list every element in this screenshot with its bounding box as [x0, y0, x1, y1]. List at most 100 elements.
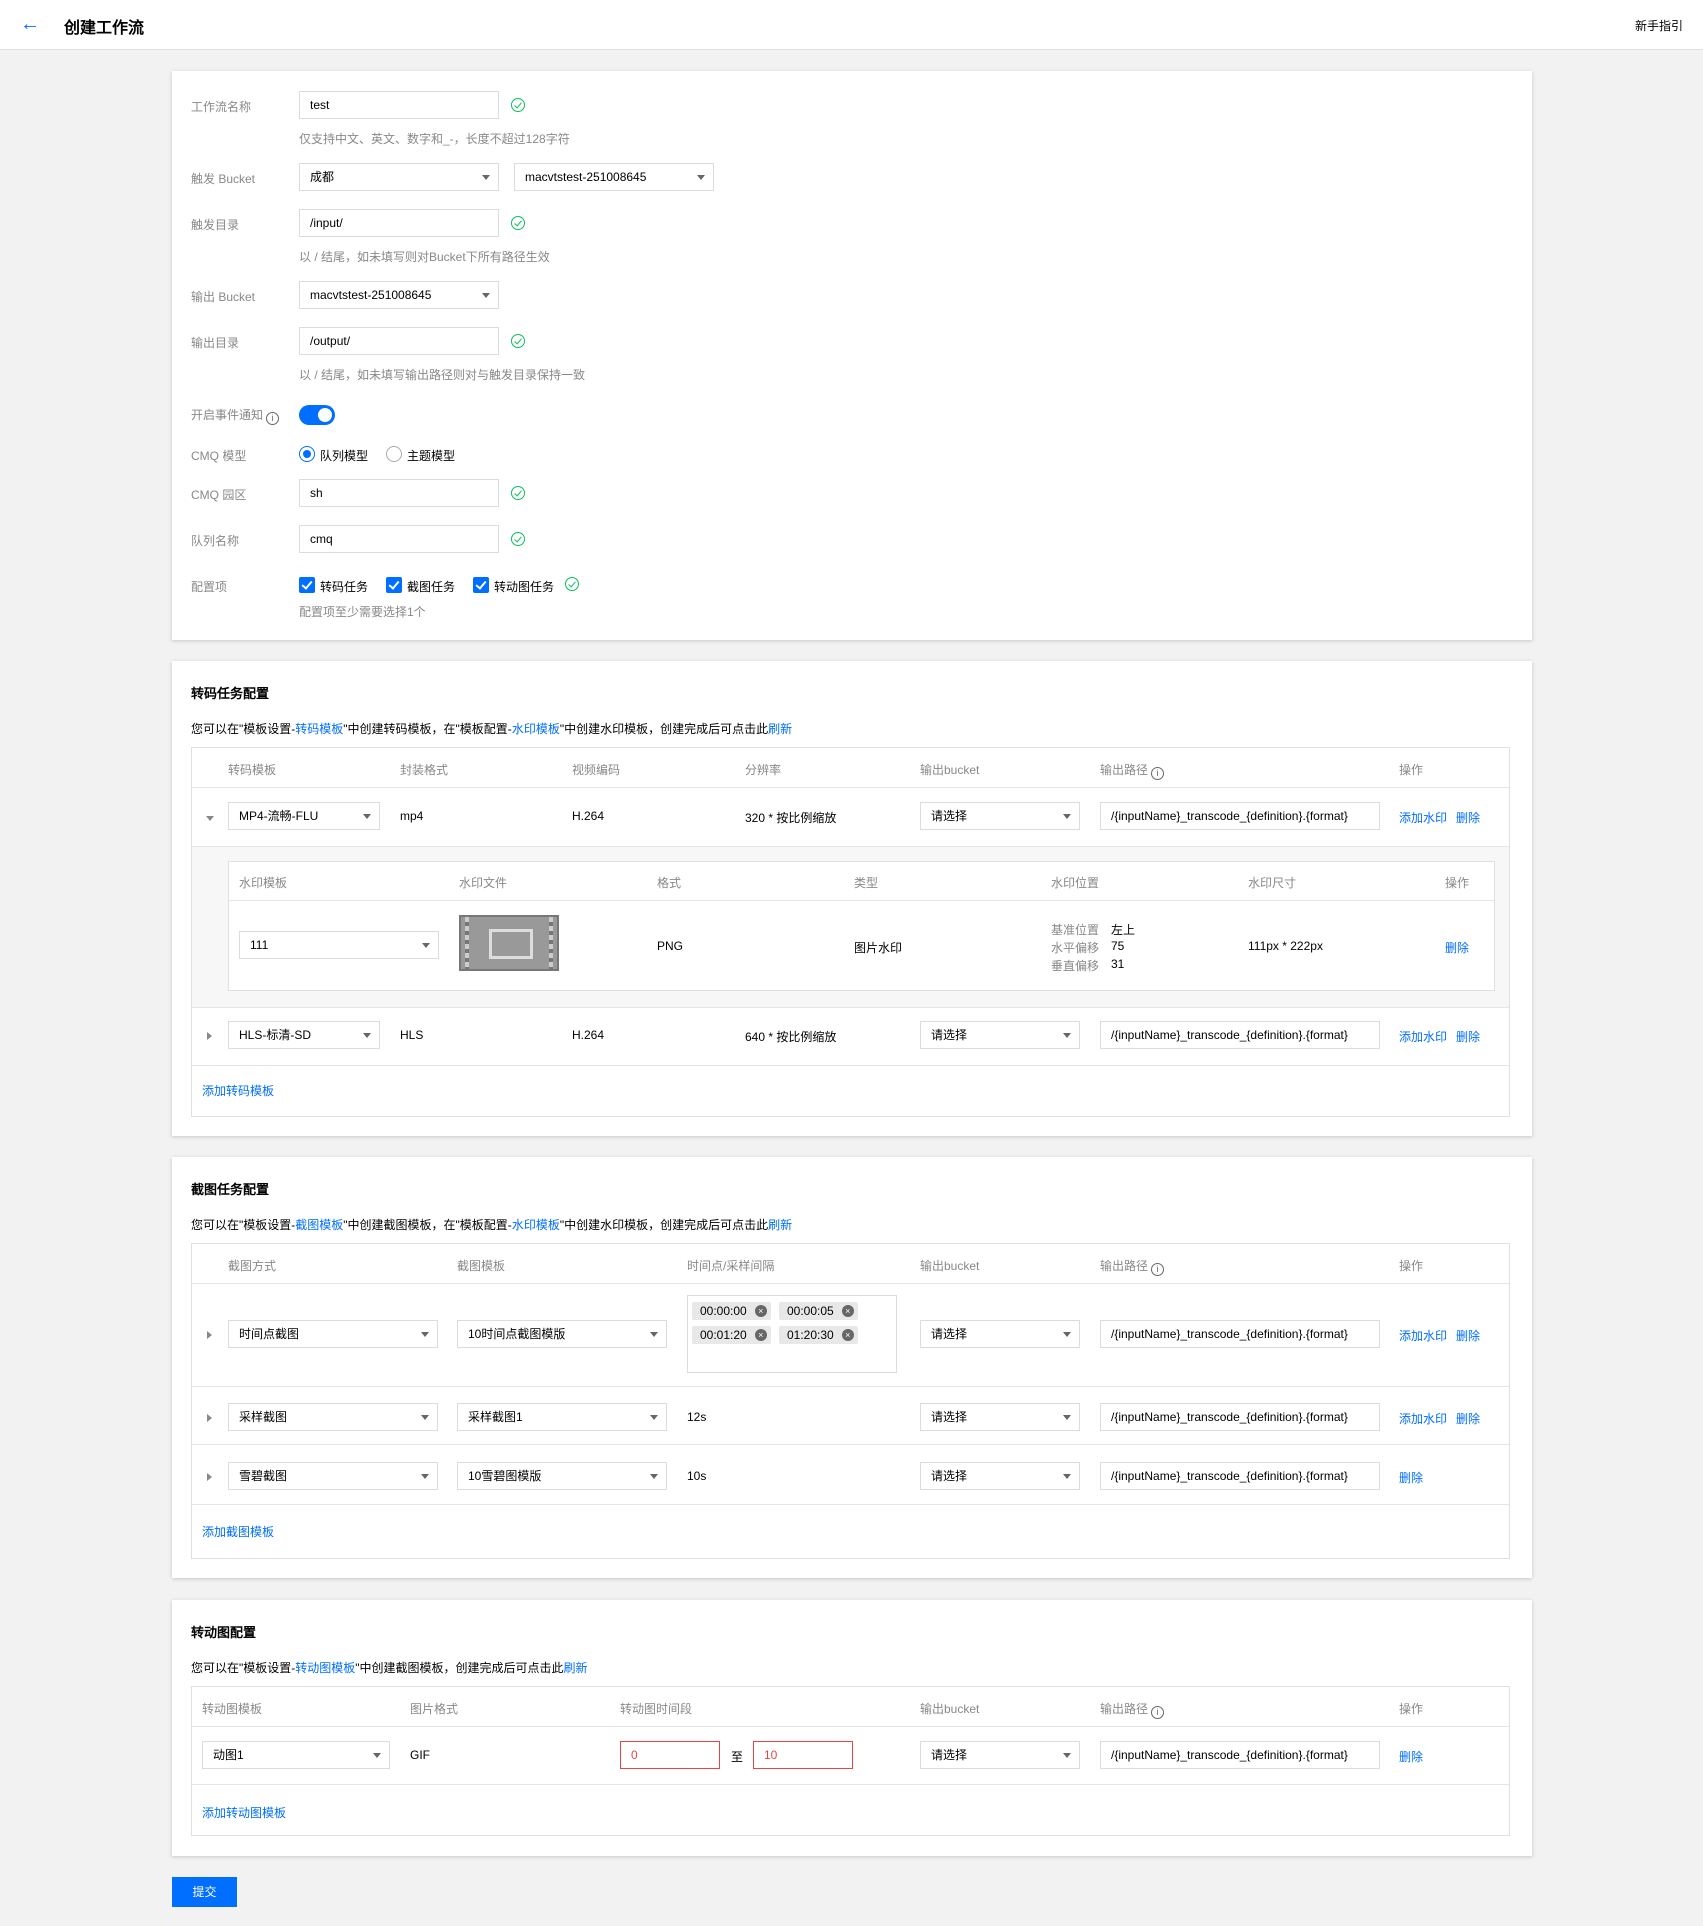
output-path-input[interactable]: /{inputName}_transcode_{definition}.{for… — [1100, 1320, 1380, 1348]
output-bucket-select[interactable]: 请选择 — [920, 1021, 1080, 1049]
output-bucket-select[interactable]: macvtstest-251008645 — [299, 281, 499, 309]
info-icon[interactable]: i — [1151, 1706, 1165, 1719]
trigger-dir-hint: 以 / 结尾，如未填写则对Bucket下所有路径生效 — [299, 250, 550, 264]
watermark-template-link[interactable]: 水印模板 — [512, 1218, 560, 1232]
delete-link[interactable]: 删除 — [1456, 1028, 1480, 1045]
back-arrow-icon[interactable]: ← — [20, 14, 40, 34]
info-icon[interactable]: i — [1151, 1263, 1165, 1276]
trigger-region-select[interactable]: 成都 — [299, 163, 499, 191]
animation-template-select[interactable]: 动图1 — [202, 1741, 390, 1769]
output-bucket-select[interactable]: 请选择 — [920, 1320, 1080, 1348]
output-path-input[interactable]: /{inputName}_transcode_{definition}.{for… — [1100, 802, 1380, 830]
watermark-template-link[interactable]: 水印模板 — [512, 722, 560, 736]
topic-model-radio[interactable] — [386, 446, 402, 462]
guide-link[interactable]: 新手指引 — [1635, 17, 1683, 34]
snapshot-checkbox-label: 截图任务 — [407, 580, 456, 594]
output-bucket-select[interactable]: 请选择 — [920, 802, 1080, 830]
transcode-template-select[interactable]: MP4-流畅-FLU — [228, 802, 380, 830]
output-dir-label: 输出目录 — [191, 336, 240, 350]
snapshot-checkbox[interactable] — [386, 577, 402, 593]
add-watermark-link[interactable]: 添加水印 — [1399, 1410, 1447, 1427]
col-header: 截图模板 — [457, 1259, 506, 1273]
queue-name-input[interactable]: cmq — [299, 525, 499, 553]
add-watermark-link[interactable]: 添加水印 — [1399, 1327, 1447, 1344]
snapshot-template-select[interactable]: 采样截图1 — [457, 1403, 667, 1431]
queue-model-radio[interactable] — [299, 446, 315, 462]
expand-triangle-icon[interactable] — [207, 1331, 212, 1339]
trigger-bucket-select[interactable]: macvtstest-251008645 — [514, 163, 714, 191]
animation-checkbox[interactable] — [473, 577, 489, 593]
delete-link[interactable]: 删除 — [1399, 1469, 1423, 1486]
refresh-link[interactable]: 刷新 — [768, 722, 792, 736]
snapshot-mode-select[interactable]: 采样截图 — [228, 1403, 438, 1431]
expand-triangle-icon[interactable] — [207, 1032, 212, 1040]
snapshot-mode-select[interactable]: 雪碧截图 — [228, 1462, 438, 1490]
col-header: 输出路径 i — [1100, 1257, 1165, 1276]
delete-link[interactable]: 删除 — [1399, 1748, 1423, 1765]
cmq-region-input[interactable]: sh — [299, 479, 499, 507]
chevron-down-icon — [421, 1474, 429, 1479]
workflow-name-input[interactable]: test — [299, 91, 499, 119]
add-transcode-template-link[interactable]: 添加转码模板 — [202, 1082, 274, 1099]
info-icon[interactable]: i — [1151, 767, 1165, 780]
close-icon[interactable]: × — [841, 1305, 854, 1317]
snapshot-template-select[interactable]: 10时间点截图模版 — [457, 1320, 667, 1348]
snapshot-mode-select[interactable]: 时间点截图 — [228, 1320, 438, 1348]
add-watermark-link[interactable]: 添加水印 — [1399, 1028, 1447, 1045]
divider — [192, 1504, 1509, 1505]
submit-button[interactable]: 提交 — [172, 1877, 237, 1907]
desc-text: "中创建截图模板，在"模板配置- — [343, 1218, 512, 1232]
add-watermark-link[interactable]: 添加水印 — [1399, 809, 1447, 826]
chevron-down-icon — [482, 293, 490, 298]
animation-template-link[interactable]: 转动图模板 — [295, 1661, 355, 1675]
close-icon[interactable]: × — [754, 1329, 767, 1341]
add-snapshot-template-link[interactable]: 添加截图模板 — [202, 1523, 274, 1540]
name-label: 工作流名称 — [191, 100, 252, 114]
output-path-input[interactable]: /{inputName}_transcode_{definition}.{for… — [1100, 1021, 1380, 1049]
expand-triangle-icon[interactable] — [207, 1473, 212, 1481]
valid-check-icon — [565, 577, 579, 591]
snapshot-template-select[interactable]: 10雪碧图模版 — [457, 1462, 667, 1490]
output-path-input[interactable]: /{inputName}_transcode_{definition}.{for… — [1100, 1403, 1380, 1431]
close-icon[interactable]: × — [841, 1329, 854, 1341]
end-time-input[interactable]: 10 — [753, 1741, 853, 1769]
transcode-card: 转码任务配置 您可以在"模板设置-转码模板"中创建转码模板，在"模板配置-水印模… — [172, 661, 1532, 1136]
desc-text: 您可以在"模板设置- — [191, 1218, 296, 1232]
add-animation-template-link[interactable]: 添加转动图模板 — [202, 1804, 286, 1821]
delete-link[interactable]: 删除 — [1456, 1327, 1480, 1344]
collapse-triangle-icon[interactable] — [206, 816, 214, 821]
snapshot-template-link[interactable]: 截图模板 — [295, 1218, 343, 1232]
trigger-bucket-label: 触发 Bucket — [191, 172, 256, 186]
watermark-template-select[interactable]: 111 — [239, 931, 439, 959]
snapshot-table: 截图方式 截图模板 时间点/采样间隔 输出bucket 输出路径 i 操作 时间点… — [191, 1243, 1510, 1559]
col-header: 视频编码 — [572, 763, 621, 777]
transcode-title: 转码任务配置 — [191, 686, 270, 701]
delete-link[interactable]: 删除 — [1456, 1410, 1480, 1427]
trigger-bucket-value: macvtstest-251008645 — [525, 170, 647, 184]
output-dir-input[interactable]: /output/ — [299, 327, 499, 355]
transcode-template-link[interactable]: 转码模板 — [295, 722, 343, 736]
trigger-dir-input[interactable]: /input/ — [299, 209, 499, 237]
refresh-link[interactable]: 刷新 — [768, 1218, 792, 1232]
time-points-box[interactable]: 00:00:00 × 00:00:05 × 00:01:20 × 01:20:30 × — [687, 1295, 897, 1373]
col-header-text: 输出路径 — [1100, 1259, 1149, 1273]
snapshot-desc: 您可以在"模板设置-截图模板"中创建截图模板，在"模板配置-水印模板"中创建水印… — [191, 1216, 792, 1233]
wm-delete-link[interactable]: 删除 — [1445, 939, 1469, 956]
transcode-checkbox[interactable] — [299, 577, 315, 593]
delete-link[interactable]: 删除 — [1456, 809, 1480, 826]
output-bucket-select[interactable]: 请选择 — [920, 1741, 1080, 1769]
select-value: 时间点截图 — [239, 1327, 300, 1341]
event-notify-toggle[interactable] — [299, 405, 335, 425]
page-title: 创建工作流 — [64, 20, 145, 37]
refresh-link[interactable]: 刷新 — [564, 1661, 588, 1675]
close-icon[interactable]: × — [754, 1305, 767, 1317]
col-header: 水印模板 — [239, 876, 288, 890]
output-path-input[interactable]: /{inputName}_transcode_{definition}.{for… — [1100, 1741, 1380, 1769]
output-bucket-select[interactable]: 请选择 — [920, 1403, 1080, 1431]
info-icon[interactable]: i — [266, 412, 280, 425]
transcode-template-select[interactable]: HLS-标清-SD — [228, 1021, 380, 1049]
output-bucket-select[interactable]: 请选择 — [920, 1462, 1080, 1490]
start-time-input[interactable]: 0 — [620, 1741, 720, 1769]
output-path-input[interactable]: /{inputName}_transcode_{definition}.{for… — [1100, 1462, 1380, 1490]
expand-triangle-icon[interactable] — [207, 1414, 212, 1422]
